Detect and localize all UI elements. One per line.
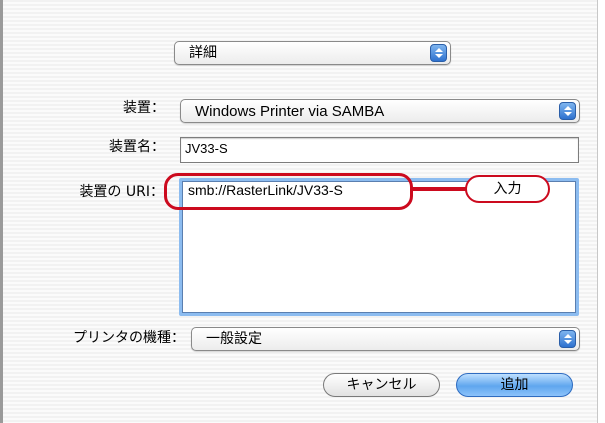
window-right-margin <box>598 0 605 423</box>
up-down-arrows-icon <box>559 102 576 120</box>
cancel-button[interactable]: キャンセル <box>323 373 440 397</box>
device-value: Windows Printer via SAMBA <box>195 103 385 120</box>
device-name-value: JV33-S <box>185 141 228 156</box>
window-left-edge <box>0 0 3 423</box>
device-label: 装置： <box>123 100 165 116</box>
panel-mode-popup[interactable]: 詳細 <box>174 41 451 65</box>
device-name-field[interactable]: JV33-S <box>180 137 579 163</box>
callout-highlight-box <box>164 173 413 210</box>
panel-mode-value: 詳細 <box>189 45 217 61</box>
add-button[interactable]: 追加 <box>456 373 573 397</box>
callout-bubble: 入力 <box>465 175 550 203</box>
printer-model-label: プリンタの機種： <box>73 330 185 346</box>
callout-connector-line <box>412 187 470 191</box>
device-name-label: 装置名： <box>109 139 165 155</box>
device-popup[interactable]: Windows Printer via SAMBA <box>180 99 580 123</box>
up-down-arrows-icon <box>430 44 447 62</box>
device-uri-label: 装置の URI： <box>79 184 164 200</box>
callout-text: 入力 <box>493 181 522 197</box>
up-down-arrows-icon <box>559 330 576 348</box>
printer-model-popup[interactable]: 一般設定 <box>191 327 580 351</box>
printer-model-value: 一般設定 <box>206 331 262 347</box>
printer-add-dialog: 詳細 装置： Windows Printer via SAMBA 装置名： JV… <box>0 0 605 423</box>
